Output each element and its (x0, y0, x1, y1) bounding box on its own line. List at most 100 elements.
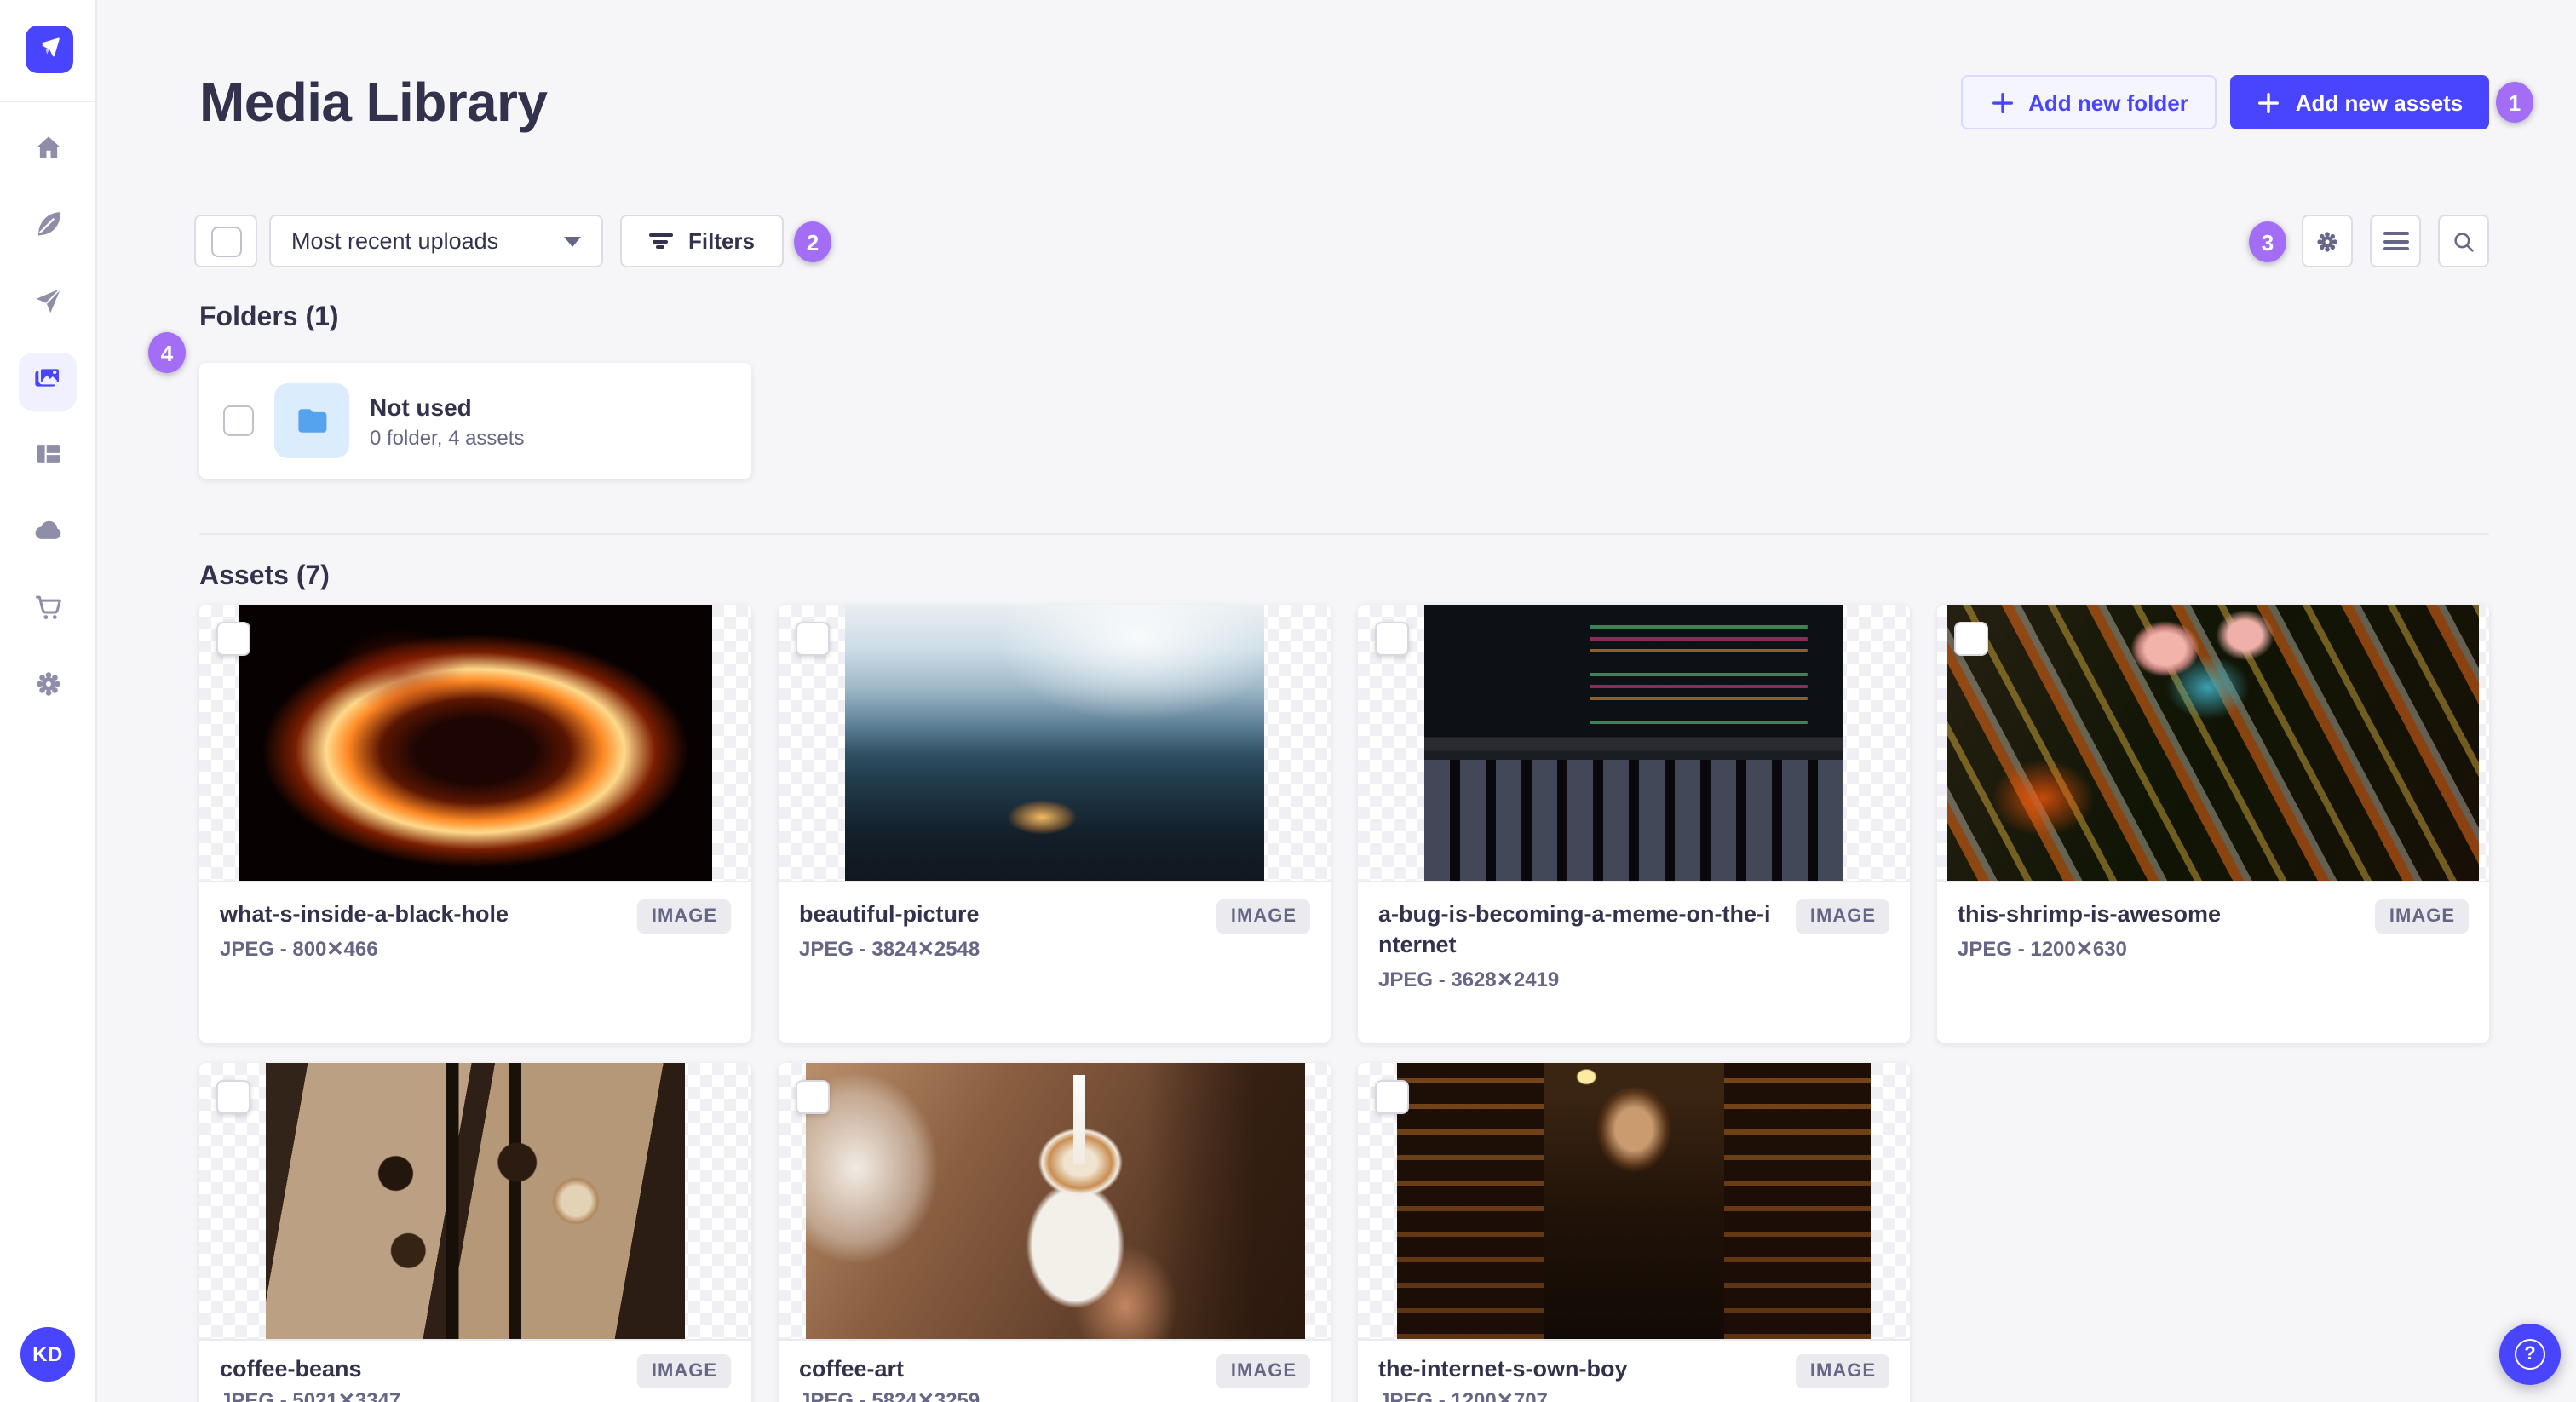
settings-icon (2314, 227, 2341, 255)
search-button[interactable] (2438, 215, 2489, 267)
sort-dropdown[interactable]: Most recent uploads (269, 215, 603, 267)
asset-type-badge: IMAGE (637, 1354, 731, 1388)
sidebar-item-marketplace[interactable] (17, 579, 80, 642)
list-view-button[interactable] (2370, 215, 2421, 267)
cart-icon (32, 590, 65, 631)
asset-thumbnail-area (1358, 605, 1910, 882)
view-settings-button[interactable] (2302, 215, 2353, 267)
section-divider (199, 533, 2489, 535)
sort-dropdown-value: Most recent uploads (291, 228, 499, 254)
asset-thumbnail-library-boy (1397, 1063, 1871, 1339)
annotation-badge-2: 2 (794, 221, 831, 262)
asset-meta: JPEG - 5021✕3347 (220, 1388, 401, 1402)
asset-thumbnail-shrimp (1947, 605, 2479, 881)
sidebar-item-content[interactable] (17, 196, 80, 259)
asset-card[interactable]: the-internet-s-own-boy JPEG - 1200✕707 I… (1358, 1063, 1910, 1402)
asset-thumbnail-code-laptop (1424, 605, 1843, 881)
filter-icon (648, 231, 673, 251)
sidebar-item-home[interactable] (17, 119, 80, 182)
cloud-icon (32, 513, 66, 555)
asset-thumbnail-area (199, 1063, 751, 1341)
asset-meta: JPEG - 1200✕707 (1378, 1388, 1548, 1402)
asset-checkbox[interactable] (216, 1080, 250, 1114)
asset-card[interactable]: this-shrimp-is-awesome JPEG - 1200✕630 I… (1937, 605, 2489, 1043)
chevron-down-icon (564, 236, 581, 246)
asset-type-badge: IMAGE (1796, 899, 1889, 934)
folder-icon (293, 402, 331, 440)
folder-name: Not used (370, 393, 472, 420)
media-library-page: KD Media Library Add new folder Add new … (0, 0, 2576, 1402)
asset-name: coffee-art (799, 1356, 905, 1382)
folder-card[interactable]: Not used 0 folder, 4 assets (199, 363, 751, 479)
search-icon (2450, 227, 2477, 255)
asset-meta: JPEG - 3824✕2548 (799, 937, 980, 961)
select-all-card (194, 215, 257, 267)
asset-card[interactable]: coffee-beans JPEG - 5021✕3347 IMAGE (199, 1063, 751, 1402)
page-title: Media Library (199, 72, 548, 133)
asset-name: this-shrimp-is-awesome (1958, 901, 2222, 927)
asset-thumbnail-black-hole (239, 605, 712, 881)
sidebar-item-media-library[interactable] (19, 353, 77, 411)
folder-checkbox[interactable] (223, 405, 254, 436)
asset-name: a-bug-is-becoming-a-meme-on-the-internet (1378, 901, 1771, 957)
asset-thumbnail-area (1937, 605, 2489, 882)
help-button[interactable]: ? (2499, 1324, 2561, 1385)
user-avatar[interactable]: KD (20, 1327, 75, 1382)
asset-card[interactable]: coffee-art JPEG - 5824✕3259 IMAGE (779, 1063, 1331, 1402)
list-icon (2383, 227, 2408, 255)
asset-card[interactable]: beautiful-picture JPEG - 3824✕2548 IMAGE (779, 605, 1331, 1043)
annotation-badge-1: 1 (2496, 82, 2533, 123)
annotation-badge-4: 4 (148, 332, 186, 373)
folder-meta: 0 folder, 4 assets (370, 425, 525, 449)
asset-thumbnail-area (779, 605, 1331, 882)
strapi-logo-icon (32, 28, 66, 71)
filters-button[interactable]: Filters (620, 215, 784, 267)
asset-checkbox[interactable] (1375, 622, 1409, 656)
asset-name: the-internet-s-own-boy (1378, 1356, 1628, 1382)
strapi-logo[interactable] (26, 26, 73, 73)
media-library-icon (31, 360, 65, 403)
asset-checkbox[interactable] (1954, 622, 1988, 656)
sidebar-item-releases[interactable] (17, 273, 80, 336)
asset-card[interactable]: a-bug-is-becoming-a-meme-on-the-internet… (1358, 605, 1910, 1043)
add-new-folder-button[interactable]: Add new folder (1961, 75, 2217, 129)
feather-icon (32, 207, 65, 248)
asset-meta: JPEG - 1200✕630 (1958, 937, 2127, 961)
folders-heading: Folders (1) (199, 303, 339, 332)
asset-checkbox[interactable] (216, 622, 250, 656)
home-icon (32, 130, 65, 171)
asset-checkbox[interactable] (796, 1080, 830, 1114)
asset-name: what-s-inside-a-black-hole (220, 901, 509, 927)
sidebar-item-settings[interactable] (17, 656, 80, 719)
add-new-assets-label: Add new assets (2295, 89, 2464, 115)
asset-thumbnail-area (779, 1063, 1331, 1341)
asset-thumbnail-coffee-beans (266, 1063, 685, 1339)
asset-type-badge: IMAGE (1216, 1354, 1310, 1388)
plus-icon (1989, 89, 2015, 115)
asset-card[interactable]: what-s-inside-a-black-hole JPEG - 800✕46… (199, 605, 751, 1043)
add-new-assets-button[interactable]: Add new assets (2230, 75, 2489, 129)
add-new-folder-label: Add new folder (2028, 89, 2188, 115)
asset-checkbox[interactable] (1375, 1080, 1409, 1114)
asset-name: coffee-beans (220, 1356, 362, 1382)
folder-tile (274, 383, 349, 458)
asset-thumbnail-area (1358, 1063, 1910, 1341)
asset-thumbnail-coffee-art (805, 1063, 1304, 1339)
asset-thumbnail-area (199, 605, 751, 882)
gear-icon (32, 667, 65, 708)
asset-type-badge: IMAGE (637, 899, 731, 934)
sidebar-item-content-type-builder[interactable] (17, 426, 80, 489)
asset-checkbox[interactable] (796, 622, 830, 656)
asset-type-badge: IMAGE (1796, 1354, 1889, 1388)
main-content: Media Library Add new folder Add new ass… (97, 0, 2576, 1402)
select-all-checkbox[interactable] (210, 226, 241, 256)
annotation-badge-3: 3 (2249, 221, 2286, 262)
plus-icon (2257, 89, 2282, 115)
sidebar-item-deploy[interactable] (17, 503, 80, 566)
asset-thumbnail-mountains (845, 605, 1264, 881)
asset-meta: JPEG - 800✕466 (220, 937, 378, 961)
assets-heading: Assets (7) (199, 562, 330, 591)
paper-plane-icon (32, 284, 65, 325)
asset-name: beautiful-picture (799, 901, 980, 927)
layout-icon (32, 437, 65, 478)
